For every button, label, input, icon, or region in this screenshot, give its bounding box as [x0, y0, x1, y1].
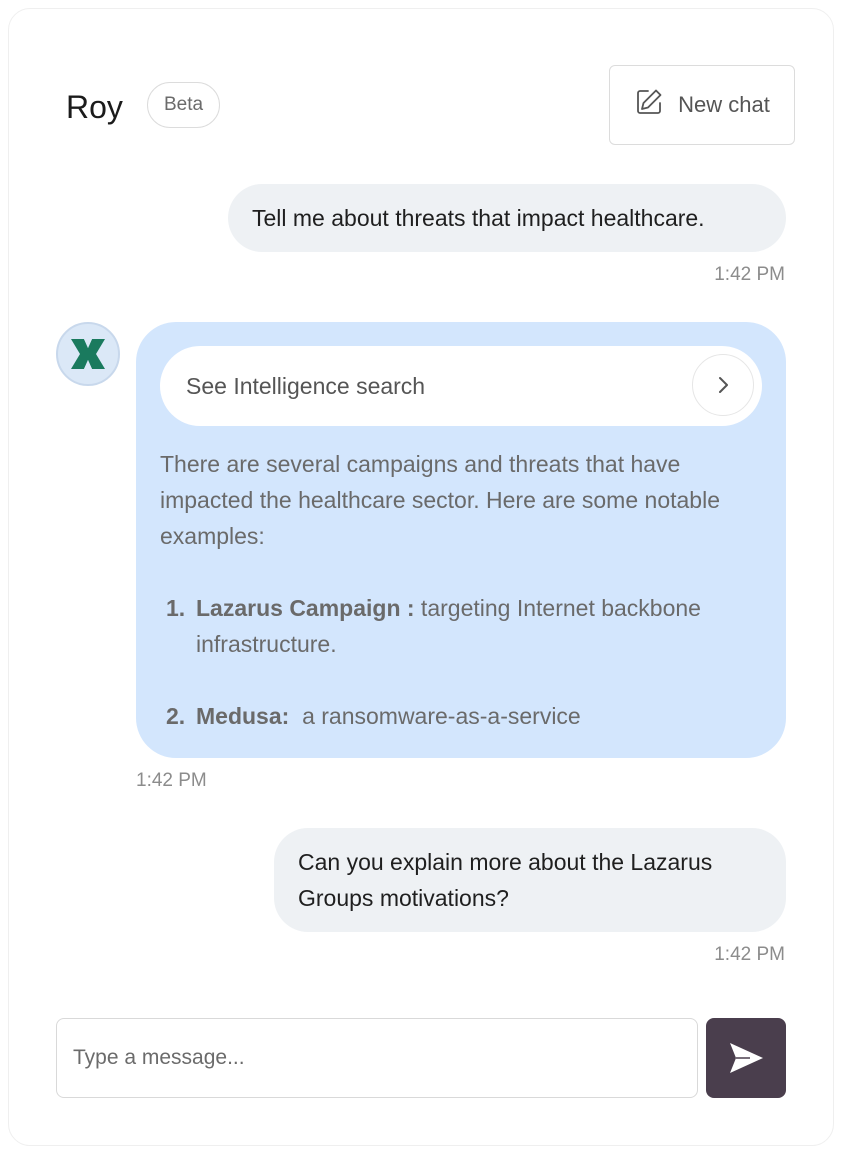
user-message-text: Tell me about threats that impact health… — [252, 205, 705, 231]
assistant-avatar — [56, 322, 120, 386]
send-button[interactable] — [706, 1018, 786, 1098]
list-number: 1. — [166, 595, 186, 621]
new-chat-button[interactable]: New chat — [609, 65, 795, 145]
logo-icon — [71, 339, 105, 369]
user-message: Can you explain more about the Lazarus G… — [274, 828, 786, 932]
edit-icon — [634, 87, 664, 123]
assistant-message: See Intelligence search There are severa… — [136, 322, 786, 758]
list-item-desc: a ransomware-as-a-service — [289, 703, 581, 729]
list-item-name: Lazarus Campaign : — [196, 595, 415, 621]
new-chat-label: New chat — [678, 92, 770, 117]
user-message: Tell me about threats that impact health… — [228, 184, 786, 252]
list-item-name: Medusa: — [196, 703, 290, 729]
assistant-title: Roy — [66, 89, 123, 125]
beta-badge: Beta — [147, 82, 221, 128]
assistant-intro: There are several campaigns and threats … — [160, 451, 720, 549]
user-message-text: Can you explain more about the Lazarus G… — [298, 849, 713, 911]
message-timestamp: 1:42 PM — [714, 944, 785, 965]
chat-header: Roy Beta New chat — [66, 65, 795, 145]
message-input[interactable] — [56, 1018, 698, 1098]
message-timestamp: 1:42 PM — [714, 264, 785, 285]
send-icon — [730, 1043, 763, 1073]
intelligence-search-link[interactable]: See Intelligence search — [160, 346, 762, 426]
message-timestamp: 1:42 PM — [136, 770, 207, 791]
list-item: 1. Lazarus Campaign : targeting Internet… — [166, 590, 736, 662]
list-number: 2. — [166, 703, 186, 729]
composer — [56, 1018, 786, 1098]
chevron-right-icon[interactable] — [692, 354, 754, 416]
intelligence-search-label: See Intelligence search — [186, 372, 426, 399]
list-item: 2. Medusa: a ransomware-as-a-service — [166, 698, 736, 734]
